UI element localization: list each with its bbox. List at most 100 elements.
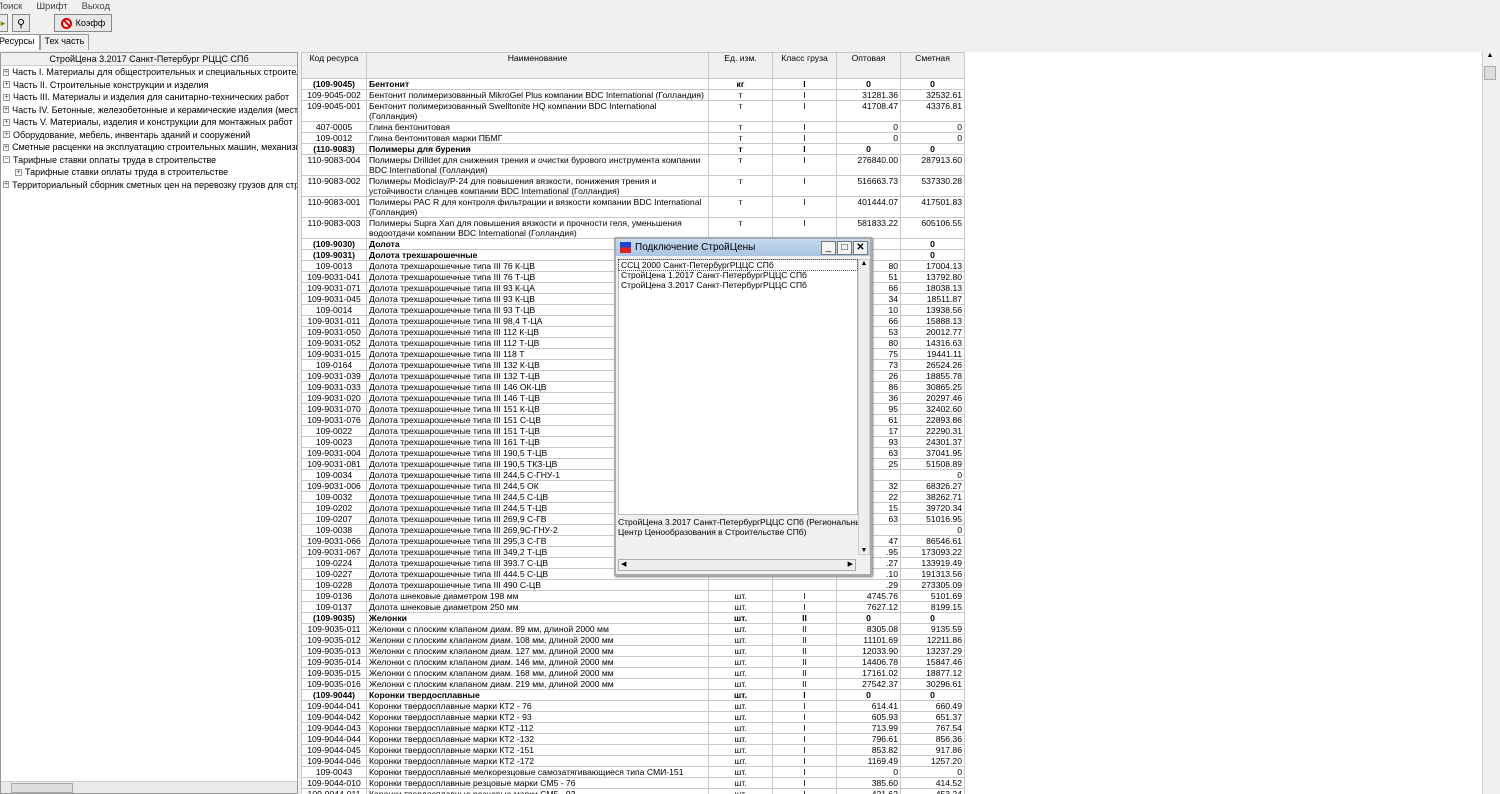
- group-row[interactable]: (109-9044) Коронки твердосплавные шт. I 0 0: [301, 689, 965, 701]
- tree-item[interactable]: − Тарифные ставки оплаты труда в строител…: [1, 154, 297, 167]
- resource-code: 109-9031-045: [301, 293, 367, 305]
- unit: т: [708, 100, 773, 122]
- koeff-button[interactable]: Коэфф: [54, 14, 112, 32]
- table-row[interactable]: 407-0005 Глина бентонитовая т I 0 0: [301, 121, 965, 133]
- unit: т: [708, 132, 773, 144]
- estimate-price: 18877.12: [900, 667, 965, 679]
- column-header[interactable]: Наименование: [366, 52, 709, 79]
- scroll-right-icon[interactable]: ▶: [848, 560, 853, 568]
- cargo-class: II: [772, 623, 837, 635]
- scroll-up-icon[interactable]: ▲: [859, 260, 869, 267]
- table-row[interactable]: 109-9035-011 Желонки с плоским клапаном д…: [301, 623, 965, 635]
- table-row[interactable]: 110-9083-003 Полимеры Supra Xan для повыш…: [301, 217, 965, 239]
- tree-item[interactable]: + Территориальный сборник сметных цен на …: [1, 179, 297, 192]
- table-row[interactable]: 109-9035-013 Желонки с плоским клапаном д…: [301, 645, 965, 657]
- maximize-button[interactable]: □: [837, 240, 852, 255]
- column-header[interactable]: Код ресурса: [301, 52, 367, 79]
- tree-item[interactable]: + Часть II. Строительные конструкции и из…: [1, 79, 297, 92]
- table-row[interactable]: 110-9083-001 Полимеры PAC R для контроля …: [301, 196, 965, 218]
- close-button[interactable]: ✕: [853, 240, 868, 255]
- estimate-price: 13792.80: [900, 271, 965, 283]
- tab-tech-part[interactable]: Тех часть: [39, 34, 90, 50]
- expand-icon[interactable]: +: [3, 68, 10, 76]
- tab-resources[interactable]: Ресурсы: [0, 34, 40, 50]
- tree-item[interactable]: + Часть V. Материалы, изделия и конструкц…: [1, 116, 297, 129]
- tree-item[interactable]: + Тарифные ставки оплаты труда в строител…: [1, 166, 297, 179]
- table-row[interactable]: 109-0136 Долота шнековые диаметром 198 мм…: [301, 590, 965, 602]
- table-row[interactable]: 109-9044-045 Коронки твердосплавные марки…: [301, 744, 965, 756]
- table-row[interactable]: 109-0228 Долота трехшарошечные типа III 4…: [301, 579, 965, 591]
- resource-name: Желонки с плоским клапаном диам. 146 мм,…: [366, 656, 709, 668]
- table-row[interactable]: 109-9035-015 Желонки с плоским клапаном д…: [301, 667, 965, 679]
- menu-font[interactable]: Шрифт: [36, 1, 67, 12]
- estimate-price: 651.37: [900, 711, 965, 723]
- unit: шт.: [708, 667, 773, 679]
- table-vertical-scrollbar[interactable]: ▲: [1482, 52, 1497, 794]
- table-row[interactable]: 109-9044-043 Коронки твердосплавные марки…: [301, 722, 965, 734]
- tree-item[interactable]: + Часть III. Материалы и изделия для сани…: [1, 91, 297, 104]
- table-row[interactable]: 109-0137 Долота шнековые диаметром 250 мм…: [301, 601, 965, 613]
- expand-icon[interactable]: +: [3, 143, 10, 151]
- cargo-class: II: [772, 667, 837, 679]
- scroll-thumb[interactable]: [11, 783, 73, 793]
- estimate-price: 0: [900, 78, 965, 90]
- resource-code: 109-9035-016: [301, 678, 367, 690]
- table-row[interactable]: 110-9083-002 Полимеры Modiclay/P-24 для п…: [301, 175, 965, 197]
- minimize-button[interactable]: _: [821, 240, 836, 255]
- table-row[interactable]: 109-9044-046 Коронки твердосплавные марки…: [301, 755, 965, 767]
- list-vertical-scrollbar[interactable]: ▲ ▼: [858, 259, 870, 555]
- column-header[interactable]: Сметная: [900, 52, 965, 79]
- expand-icon[interactable]: +: [3, 81, 10, 89]
- list-item[interactable]: СтройЦена 3.2017 Санкт-ПетербургРЦЦС СПб: [619, 280, 857, 290]
- expand-icon[interactable]: −: [3, 156, 10, 164]
- table-row[interactable]: 109-9044-010 Коронки твердосплавные резцо…: [301, 777, 965, 789]
- table-row[interactable]: 109-9044-044 Коронки твердосплавные марки…: [301, 733, 965, 745]
- table-row[interactable]: 109-0012 Глина бентонитовая марки ПБМГ т I 0…: [301, 132, 965, 144]
- menu-search[interactable]: Поиск: [0, 1, 22, 12]
- table-row[interactable]: 109-9045-001 Бентонит полимеризованный Sw…: [301, 100, 965, 122]
- expand-icon[interactable]: +: [3, 131, 10, 139]
- expand-icon[interactable]: +: [3, 181, 10, 189]
- column-header[interactable]: Класс груза: [772, 52, 837, 79]
- table-row[interactable]: 109-9035-014 Желонки с плоским клапаном д…: [301, 656, 965, 668]
- expand-icon[interactable]: +: [3, 118, 10, 126]
- group-row[interactable]: (109-9045) Бентонит кг I 0 0: [301, 78, 965, 90]
- connect-button[interactable]: ▸: [0, 14, 8, 32]
- scroll-thumb[interactable]: [1484, 66, 1496, 80]
- table-row[interactable]: 109-9035-016 Желонки с плоским клапаном д…: [301, 678, 965, 690]
- column-header[interactable]: Ед. изм.: [708, 52, 773, 79]
- list-item[interactable]: СтройЦена 1.2017 Санкт-ПетербургРЦЦС СПб: [619, 270, 857, 280]
- wholesale-price: .29: [836, 579, 901, 591]
- table-row[interactable]: 109-9044-011 Коронки твердосплавные резцо…: [301, 788, 965, 794]
- estimate-price: 0: [900, 143, 965, 155]
- find-button[interactable]: ⚲: [12, 14, 30, 32]
- table-row[interactable]: 109-0043 Коронки твердосплавные мелкорезц…: [301, 766, 965, 778]
- tree-item[interactable]: + Оборудование, мебель, инвентарь зданий …: [1, 129, 297, 142]
- group-row[interactable]: (109-9035) Желонки шт. II 0 0: [301, 612, 965, 624]
- tree-item[interactable]: + Часть I. Материалы для общестроительных…: [1, 66, 297, 79]
- wholesale-price: 0: [836, 689, 901, 701]
- list-item[interactable]: ССЦ 2000 Санкт-ПетербургРЦЦС СПб: [618, 259, 858, 271]
- tree-item[interactable]: + Сметные расценки на эксплуатацию строит…: [1, 141, 297, 154]
- scroll-left-icon[interactable]: ◀: [621, 560, 626, 568]
- column-header[interactable]: Оптовая: [836, 52, 901, 79]
- table-row[interactable]: 109-9044-042 Коронки твердосплавные марки…: [301, 711, 965, 723]
- scroll-up-icon[interactable]: ▲: [1483, 52, 1497, 59]
- expand-icon[interactable]: +: [3, 93, 10, 101]
- dialog-horizontal-scrollbar[interactable]: ◀ ▶: [618, 559, 856, 571]
- expand-icon[interactable]: +: [3, 106, 10, 114]
- database-list[interactable]: ССЦ 2000 Санкт-ПетербургРЦЦС СПб СтройЦе…: [618, 259, 858, 515]
- table-row[interactable]: 109-9044-041 Коронки твердосплавные марки…: [301, 700, 965, 712]
- table-row[interactable]: 109-9045-002 Бентонит полимеризованный Mi…: [301, 89, 965, 101]
- menu-exit[interactable]: Выход: [82, 1, 110, 12]
- tree-horizontal-scrollbar[interactable]: [1, 781, 297, 793]
- scroll-down-icon[interactable]: ▼: [859, 547, 869, 554]
- estimate-price: 22290.31: [900, 425, 965, 437]
- tree-item[interactable]: + Часть IV. Бетонные, железобетонные и ке…: [1, 104, 297, 117]
- dialog-titlebar[interactable]: Подключение СтройЦены _ □ ✕: [616, 239, 870, 256]
- table-row[interactable]: 109-9035-012 Желонки с плоским клапаном д…: [301, 634, 965, 646]
- table-row[interactable]: 110-9083-004 Полимеры Drilldet для снижен…: [301, 154, 965, 176]
- expand-icon[interactable]: +: [15, 168, 22, 176]
- resource-table: Код ресурса Наименование Ед. изм. Класс гру…: [301, 52, 1482, 794]
- group-row[interactable]: (110-9083) Полимеры для бурения т I 0 0: [301, 143, 965, 155]
